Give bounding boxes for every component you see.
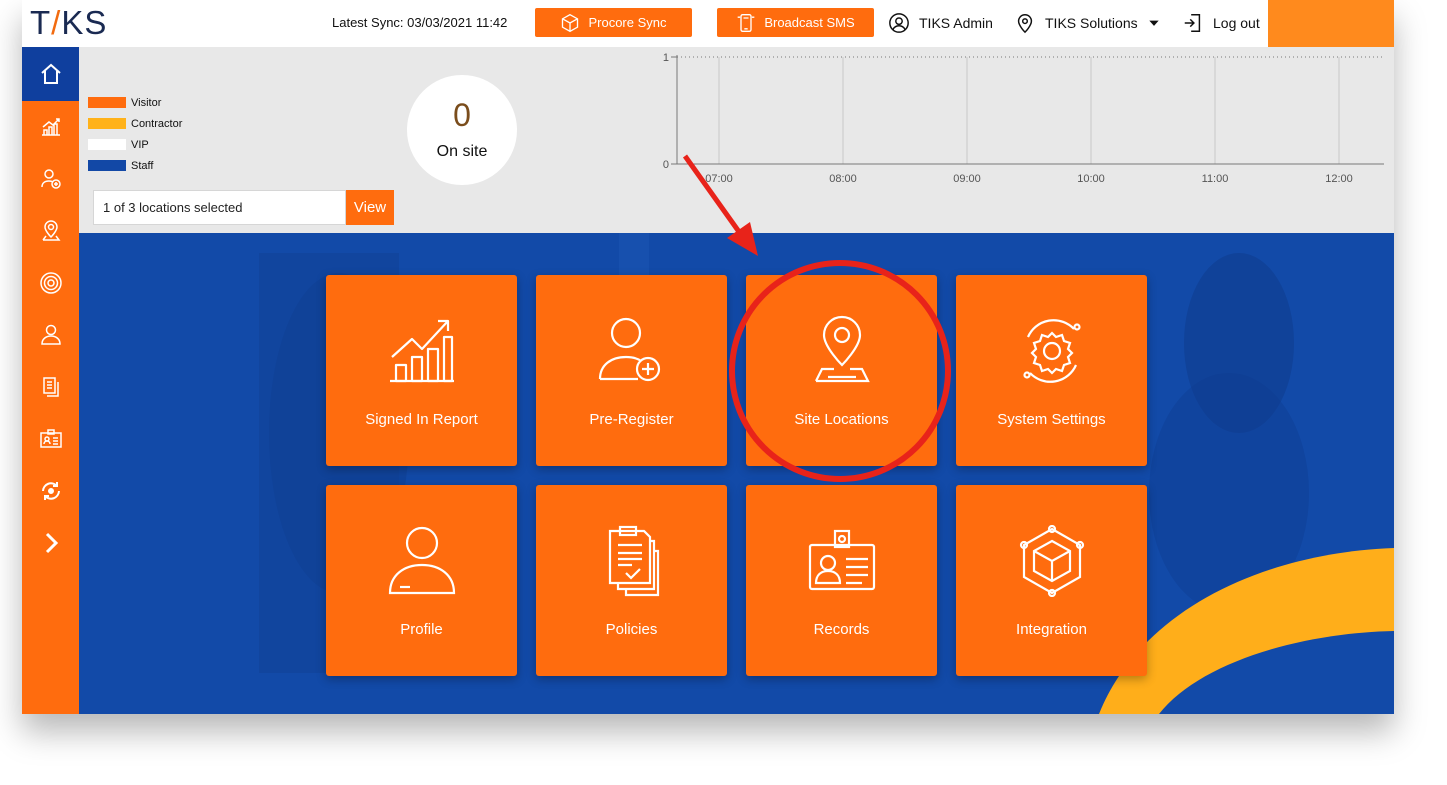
tile-label: Records xyxy=(813,621,870,638)
tile-policies[interactable]: Policies xyxy=(536,485,727,676)
sidebar-item-settings[interactable] xyxy=(22,257,79,309)
onsite-label: On site xyxy=(436,143,488,160)
person-icon xyxy=(388,526,455,595)
chevron-right-icon xyxy=(45,532,58,554)
legend-item: Visitor xyxy=(88,92,182,113)
logout-icon xyxy=(1184,14,1201,32)
home-icon xyxy=(40,63,61,84)
chart-growth-icon xyxy=(41,118,60,136)
legend-swatch xyxy=(88,160,126,171)
user-circle-icon xyxy=(889,13,909,33)
chart-x-tick-label: 10:00 xyxy=(1077,173,1105,185)
header-accent xyxy=(1268,0,1394,50)
tiks-logo[interactable]: T/KS xyxy=(30,4,107,42)
location-pin-icon xyxy=(1017,14,1033,34)
tile-system-settings[interactable]: System Settings xyxy=(956,275,1147,466)
procore-sync-button[interactable]: Procore Sync xyxy=(535,8,692,37)
chart-growth-icon xyxy=(389,319,454,383)
legend-item: Staff xyxy=(88,155,182,176)
tile-label: System Settings xyxy=(997,411,1106,428)
legend-swatch xyxy=(88,118,126,129)
chart-x-tick-label: 11:00 xyxy=(1202,173,1229,185)
gear-icon xyxy=(39,272,62,294)
document-icon xyxy=(42,377,59,397)
tile-label: Integration xyxy=(1016,621,1087,638)
chart-x-tick-label: 07:00 xyxy=(705,173,733,185)
top-header: T/KS Latest Sync: 03/03/2021 11:42 Proco… xyxy=(22,0,1394,50)
onsite-count: 0 xyxy=(453,97,471,133)
caret-down-icon xyxy=(1148,20,1159,26)
sidebar-item-preregister[interactable] xyxy=(22,153,79,205)
gear-icon xyxy=(1022,319,1081,383)
tile-label: Site Locations xyxy=(794,411,889,428)
id-card-icon xyxy=(39,429,62,448)
tile-label: Signed In Report xyxy=(365,411,478,428)
view-button[interactable]: View xyxy=(346,190,394,225)
tile-label: Pre-Register xyxy=(589,411,674,428)
sidebar-item-locations[interactable] xyxy=(22,205,79,257)
stats-panel: Visitor Contractor VIP Staff 0 On site 1… xyxy=(79,47,1394,233)
onsite-counter: 0 On site xyxy=(407,75,517,185)
company-selector[interactable]: TIKS Solutions xyxy=(1014,11,1161,35)
broadcast-sms-label: Broadcast SMS xyxy=(764,15,855,30)
location-pin-icon xyxy=(41,220,60,241)
main-dashboard: Signed In Report Pre-Register Site Locat… xyxy=(79,233,1394,714)
sidebar-item-records[interactable] xyxy=(22,413,79,465)
tile-profile[interactable]: Profile xyxy=(326,485,517,676)
user-add-icon xyxy=(40,169,61,189)
sync-icon xyxy=(41,482,60,500)
sidebar-expand-toggle[interactable] xyxy=(22,517,79,569)
legend-item: Contractor xyxy=(88,113,182,134)
tile-integration[interactable]: Integration xyxy=(956,485,1147,676)
user-menu[interactable]: TIKS Admin xyxy=(888,11,993,35)
company-label: TIKS Solutions xyxy=(1045,15,1138,31)
id-card-icon xyxy=(808,529,875,591)
dashboard-tiles: Signed In Report Pre-Register Site Locat… xyxy=(326,275,1147,676)
tile-label: Profile xyxy=(400,621,443,638)
latest-sync-text: Latest Sync: 03/03/2021 11:42 xyxy=(332,15,508,30)
person-icon xyxy=(40,324,61,345)
tile-signed-in-report[interactable]: Signed In Report xyxy=(326,275,517,466)
tile-pre-register[interactable]: Pre-Register xyxy=(536,275,727,466)
chart-x-tick-label: 09:00 xyxy=(953,173,981,185)
legend-swatch xyxy=(88,97,126,108)
broadcast-sms-button[interactable]: Broadcast SMS xyxy=(717,8,874,37)
legend-swatch xyxy=(88,139,126,150)
app-window: T/KS Latest Sync: 03/03/2021 11:42 Proco… xyxy=(22,0,1394,714)
location-select[interactable]: 1 of 3 locations selected xyxy=(93,190,346,225)
sidebar-item-profile[interactable] xyxy=(22,309,79,361)
cube-network-icon xyxy=(1019,525,1084,597)
cube-icon xyxy=(562,13,579,32)
procore-sync-label: Procore Sync xyxy=(588,15,667,30)
sidebar-item-home[interactable] xyxy=(22,47,79,101)
chart-x-tick-label: 08:00 xyxy=(829,173,857,185)
tile-site-locations[interactable]: Site Locations xyxy=(746,275,937,466)
sidebar-item-report[interactable] xyxy=(22,101,79,153)
sidebar-item-policies[interactable] xyxy=(22,361,79,413)
user-label: TIKS Admin xyxy=(919,15,993,31)
tile-label: Policies xyxy=(605,621,658,638)
chart-y-tick-label: 1 xyxy=(663,52,669,64)
onsite-timeline-chart: 07:00 08:00 09:00 10:00 11:00 12:00 1 0 xyxy=(663,52,1384,185)
document-check-icon xyxy=(608,525,659,597)
logout-label: Log out xyxy=(1213,15,1260,31)
chart-x-tick-label: 12:00 xyxy=(1325,173,1353,185)
sidebar-item-integration[interactable] xyxy=(22,465,79,517)
chart-legend: Visitor Contractor VIP Staff xyxy=(88,92,182,176)
sidebar xyxy=(22,47,79,714)
legend-item: VIP xyxy=(88,134,182,155)
user-add-icon xyxy=(598,317,660,382)
tile-records[interactable]: Records xyxy=(746,485,937,676)
phone-message-icon xyxy=(737,13,755,32)
location-pin-icon xyxy=(814,315,870,383)
logout-button[interactable]: Log out xyxy=(1182,11,1260,35)
chart-y-tick-label: 0 xyxy=(663,159,669,171)
